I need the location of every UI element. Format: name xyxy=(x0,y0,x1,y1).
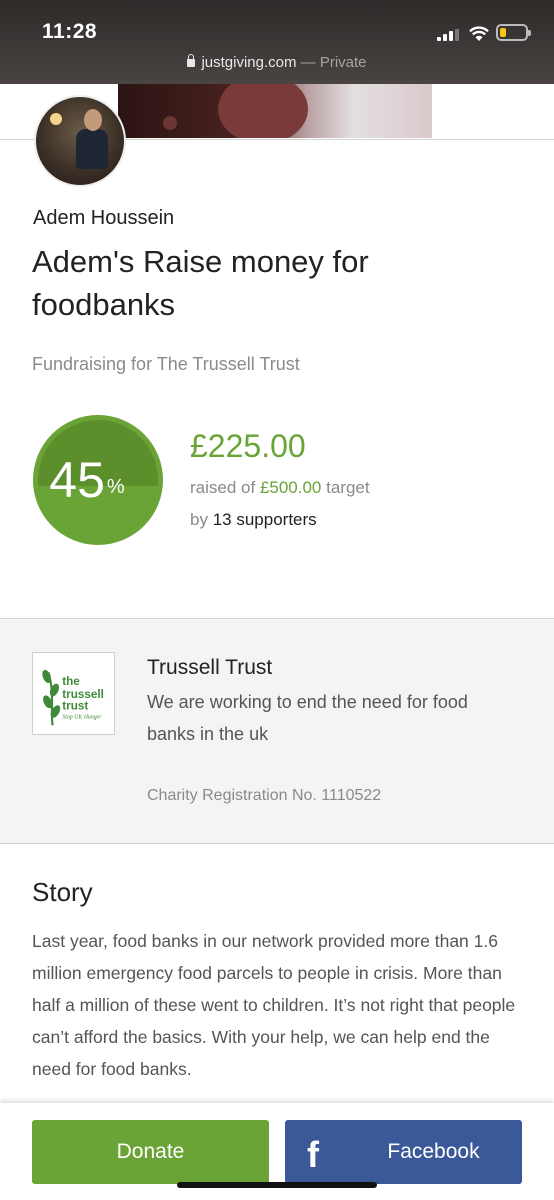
battery-icon xyxy=(496,24,531,41)
page-title: Adem's Raise money for foodbanks xyxy=(32,244,369,322)
cover-image xyxy=(118,84,432,138)
status-bar: 11:28 justgiving.com — Private xyxy=(0,0,554,84)
percent-symbol: % xyxy=(106,476,125,498)
progress-percent: 45% xyxy=(22,451,152,509)
story-heading: Story xyxy=(32,877,93,907)
facebook-share-button[interactable]: f Facebook xyxy=(285,1120,522,1184)
target-amount: £500.00 xyxy=(259,478,322,497)
wifi-icon xyxy=(469,26,489,41)
avatar xyxy=(34,95,126,187)
fundraiser-name: Adem Houssein xyxy=(33,207,175,229)
progress-percent-value: 45 xyxy=(49,452,105,508)
donate-button[interactable]: Donate xyxy=(32,1120,269,1184)
charity-logo-text-3: trust xyxy=(62,700,88,713)
charity-description: We are working to end the need for food … xyxy=(147,692,468,744)
fundraising-for: Fundraising for The Trussell Trust xyxy=(32,354,300,374)
url-text: justgiving.com xyxy=(201,54,297,71)
signal-icon xyxy=(437,29,459,41)
address-bar[interactable]: justgiving.com — Private xyxy=(0,54,554,71)
home-indicator xyxy=(177,1182,377,1188)
story-text: Last year, food banks in our network pro… xyxy=(32,931,516,1079)
facebook-label: Facebook xyxy=(387,1140,480,1163)
raised-of-target: raised of £500.00 target xyxy=(190,478,370,498)
status-time: 11:28 xyxy=(42,20,98,43)
charity-logo[interactable]: the trussell trust Stop UK Hunger xyxy=(32,652,115,735)
charity-logo-text-1: the xyxy=(62,675,80,688)
charity-section: the trussell trust Stop UK Hunger Trusse… xyxy=(0,618,554,844)
raised-prefix: raised of xyxy=(190,478,256,497)
amount-raised: £225.00 xyxy=(190,428,306,464)
charity-logo-tagline: Stop UK Hunger xyxy=(62,714,102,720)
supporters-link[interactable]: 13 supporters xyxy=(213,510,317,529)
donate-label: Donate xyxy=(116,1140,185,1163)
facebook-icon: f xyxy=(307,1134,319,1175)
lock-icon xyxy=(187,54,196,67)
private-label: — Private xyxy=(300,54,367,71)
charity-name[interactable]: Trussell Trust xyxy=(147,656,272,680)
target-suffix: target xyxy=(326,478,370,497)
charity-registration: Charity Registration No. 1110522 xyxy=(147,787,382,804)
supporters-prefix: by xyxy=(190,510,208,529)
supporters-count: by 13 supporters xyxy=(190,510,317,530)
